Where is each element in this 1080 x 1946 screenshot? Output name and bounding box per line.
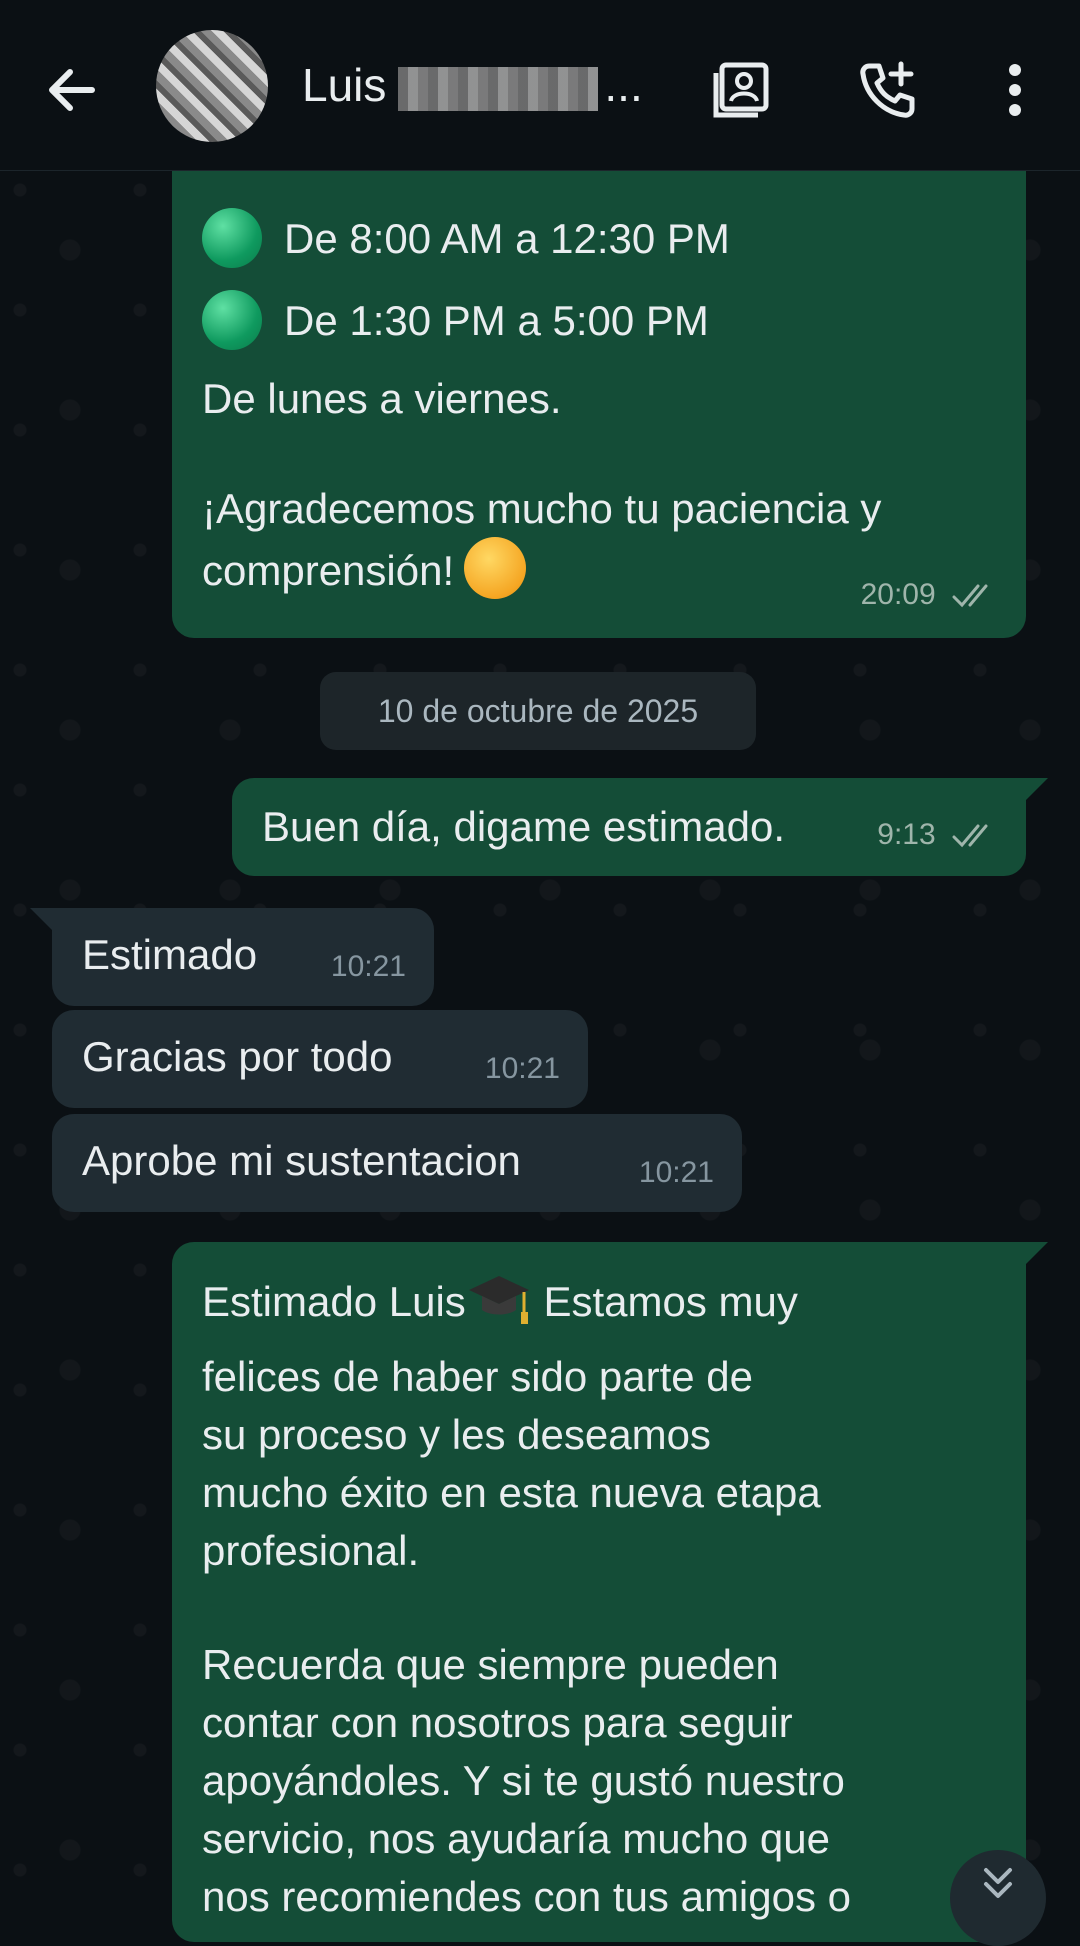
bubble-tail <box>1024 778 1048 802</box>
add-call-button[interactable] <box>852 55 922 125</box>
message-line: De 8:00 AM a 12:30 PM <box>202 207 730 272</box>
outgoing-message[interactable]: Estimado Luis Estamos muy felices de hab… <box>172 1242 1026 1942</box>
message-time: 9:13 <box>877 818 936 851</box>
message-text: Estimado <box>82 931 258 978</box>
message-text: Buen día, digame estimado. <box>262 803 785 850</box>
green-circle-emoji <box>202 289 262 350</box>
contact-first-name: Luis <box>302 59 387 111</box>
message-line: De lunes a viernes. <box>202 375 562 422</box>
contact-card-icon <box>713 62 769 118</box>
smiling-face-emoji <box>464 536 527 599</box>
double-check-icon <box>952 584 988 608</box>
scroll-to-bottom-button[interactable] <box>950 1850 1046 1946</box>
message-time: 20:09 <box>860 578 936 611</box>
contact-name[interactable]: Luis... <box>302 58 643 112</box>
message-line: nos recomiendes con tus amigos o <box>202 1873 852 1920</box>
add-call-icon <box>860 61 915 118</box>
message-line: ¡Agradecemos mucho tu paciencia y <box>202 485 882 532</box>
contact-name-ellipsis: ... <box>604 59 643 111</box>
message-line: contar con nosotros para seguir <box>202 1699 793 1746</box>
message-line: Recuerda que siempre pueden <box>202 1641 779 1688</box>
contact-card-button[interactable] <box>708 55 778 125</box>
graduation-cap-emoji <box>468 1276 529 1324</box>
message-text: Gracias por todo <box>82 1033 393 1080</box>
message-line: De 1:30 PM a 5:00 PM <box>202 289 709 354</box>
double-chevron-down-icon <box>984 1868 1012 1898</box>
incoming-message[interactable]: Gracias por todo 10:21 <box>52 1010 588 1108</box>
green-circle-emoji <box>202 207 262 268</box>
message-line: servicio, nos ayudaría mucho que <box>202 1815 831 1862</box>
message-line: profesional. <box>202 1527 420 1574</box>
message-line: comprensión! <box>202 536 527 605</box>
incoming-message[interactable]: Estimado 10:21 <box>52 908 434 1006</box>
outgoing-message[interactable]: Buen día, digame estimado. 9:13 <box>232 778 1026 876</box>
message-line: mucho éxito en esta nueva etapa <box>202 1469 821 1516</box>
bubble-tail <box>1024 1242 1048 1266</box>
redacted-name <box>398 66 599 111</box>
outgoing-message[interactable]: De 8:00 AM a 12:30 PM De 1:30 PM a 5:00 … <box>172 110 1026 638</box>
message-line: Estimado Luis Estamos muy <box>202 1272 798 1338</box>
message-time: 10:21 <box>330 950 406 983</box>
more-options-button[interactable] <box>980 55 1050 125</box>
message-time: 10:21 <box>484 1052 560 1085</box>
arrow-left-icon <box>49 69 95 111</box>
message-line: apoyándoles. Y si te gustó nuestro <box>202 1757 845 1804</box>
chat-header: Luis... <box>0 0 1080 171</box>
back-button[interactable] <box>38 55 108 125</box>
message-text: Aprobe mi sustentacion <box>82 1137 521 1184</box>
message-meta: 20:09 <box>861 566 998 624</box>
message-line: su proceso y les deseamos <box>202 1411 711 1458</box>
date-separator: 10 de octubre de 2025 <box>320 672 756 750</box>
bubble-tail <box>30 908 54 932</box>
contact-avatar[interactable] <box>156 30 268 142</box>
message-meta: 9:13 <box>877 806 998 864</box>
incoming-message[interactable]: Aprobe mi sustentacion 10:21 <box>52 1114 742 1212</box>
message-time: 10:21 <box>638 1156 714 1189</box>
message-line: felices de haber sido parte de <box>202 1353 754 1400</box>
double-check-icon <box>952 824 988 848</box>
more-vertical-icon <box>1009 64 1021 116</box>
